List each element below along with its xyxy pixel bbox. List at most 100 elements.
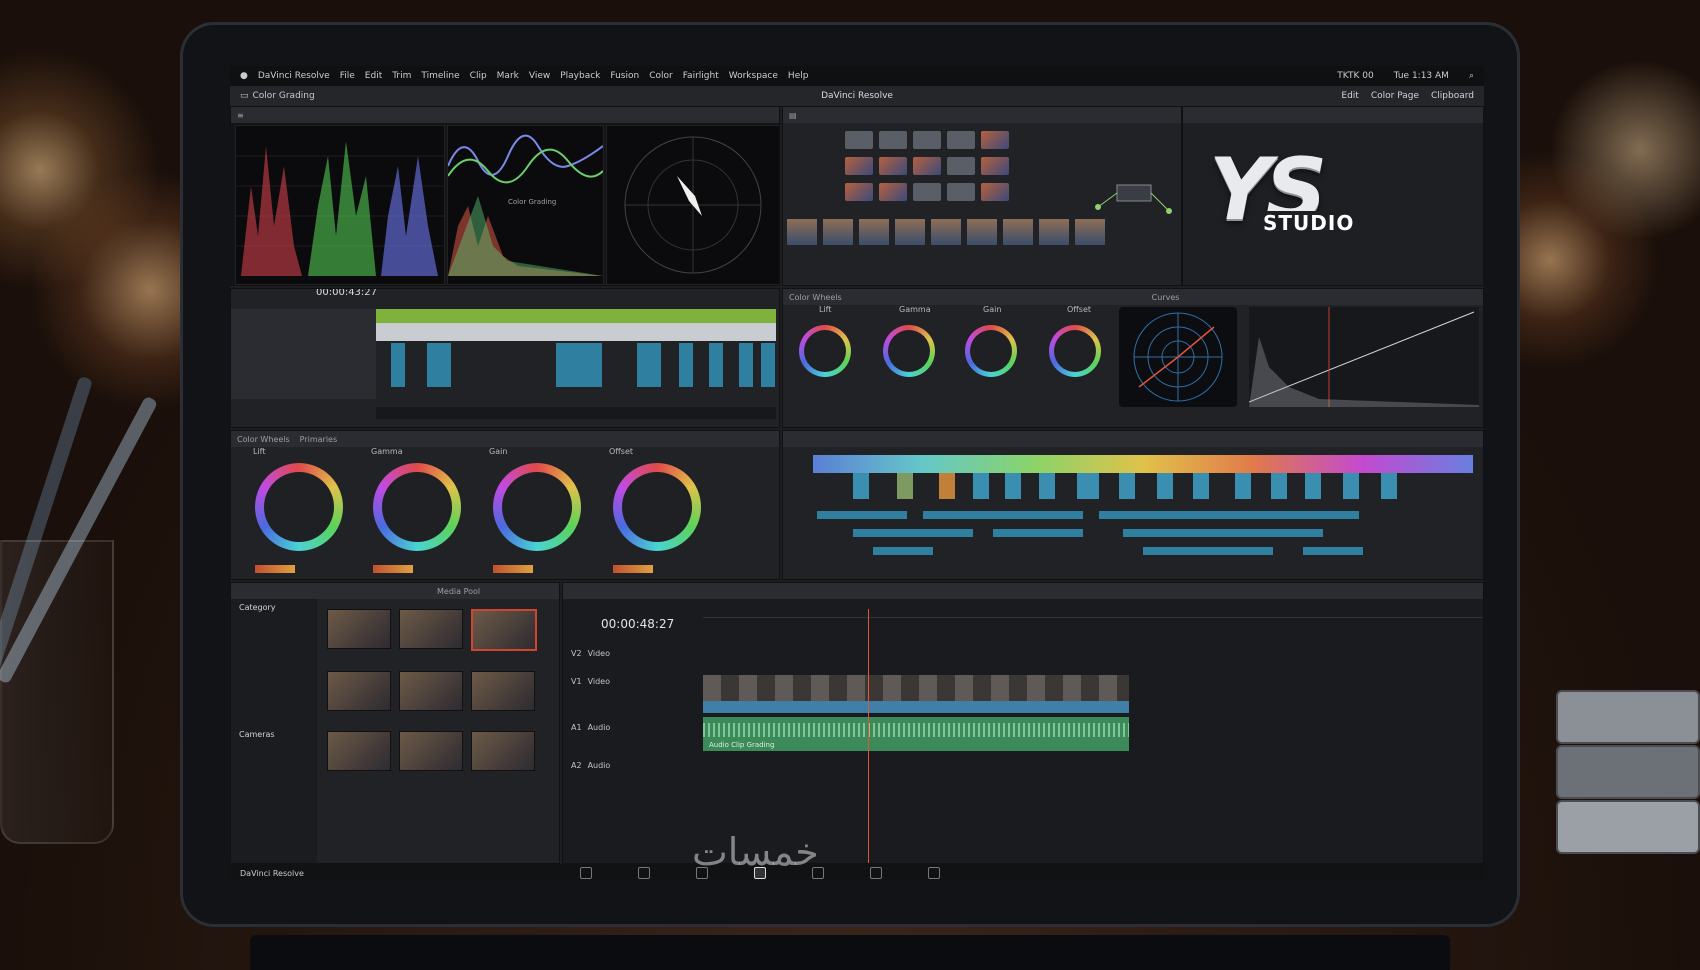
gain-wheel[interactable] [493, 463, 581, 551]
image-thumb[interactable] [845, 157, 873, 175]
spectrum-clip[interactable] [1305, 473, 1321, 499]
folder-thumb[interactable] [913, 131, 941, 149]
timeline-clip[interactable] [427, 343, 451, 387]
media-thumb[interactable] [399, 609, 463, 649]
gain-wheel[interactable] [965, 325, 1017, 377]
page-tab-fairlight[interactable] [870, 867, 882, 879]
media-thumb[interactable] [327, 609, 391, 649]
timeline-track-green[interactable] [376, 309, 776, 323]
spectrum-segment[interactable] [1303, 547, 1363, 555]
folder-thumb[interactable] [947, 157, 975, 175]
timeline-track-white[interactable] [376, 323, 776, 341]
timeline-clip[interactable] [556, 343, 602, 387]
timeline-ruler[interactable] [703, 609, 1483, 618]
color-grading-button[interactable]: Color Grading [253, 91, 315, 101]
menu-item-timeline[interactable]: Timeline [421, 71, 459, 81]
page-tab-cut[interactable] [638, 867, 650, 879]
offset-wheel[interactable] [613, 463, 701, 551]
clip-thumb[interactable] [787, 219, 817, 245]
clip-thumb[interactable] [1039, 219, 1069, 245]
media-thumb[interactable] [399, 671, 463, 711]
clip-thumb[interactable] [1003, 219, 1033, 245]
gamma-wheel[interactable] [883, 325, 935, 377]
spectrum-segment[interactable] [1123, 529, 1323, 537]
menu-item-edit[interactable]: Edit [365, 71, 382, 81]
spectrum-clip[interactable] [1005, 473, 1021, 499]
image-thumb[interactable] [981, 183, 1009, 201]
edit-button[interactable]: Edit [1341, 91, 1358, 101]
menu-item-clip[interactable]: Clip [470, 71, 487, 81]
spectrum-clip[interactable] [1271, 473, 1287, 499]
spectrum-clip[interactable] [1119, 473, 1135, 499]
video-clip-label-bar[interactable] [703, 701, 1129, 713]
sidebar-toggle-icon[interactable]: ▭ [240, 91, 249, 101]
folder-thumb[interactable] [947, 183, 975, 201]
scopes-menu-icon[interactable]: ≡ [237, 111, 244, 120]
curves-title[interactable]: Curves [1152, 293, 1180, 302]
video-clip[interactable] [703, 675, 1129, 701]
folder-thumb[interactable] [913, 183, 941, 201]
image-thumb[interactable] [913, 157, 941, 175]
lift-slider[interactable] [255, 565, 295, 573]
media-thumb-selected[interactable] [471, 609, 537, 651]
gamma-slider[interactable] [373, 565, 413, 573]
offset-wheel[interactable] [1049, 325, 1101, 377]
spectrum-clip[interactable] [1077, 473, 1099, 499]
clipboard-button[interactable]: Clipboard [1431, 91, 1474, 101]
menu-item-workspace[interactable]: Workspace [729, 71, 778, 81]
lift-wheel[interactable] [799, 325, 851, 377]
spectrum-clip[interactable] [1343, 473, 1359, 499]
spectrum-clip[interactable] [1235, 473, 1251, 499]
clip-thumb[interactable] [967, 219, 997, 245]
timeline-clip[interactable] [637, 343, 661, 387]
timeline-toolbar[interactable] [376, 407, 776, 419]
node[interactable] [1116, 184, 1152, 202]
menu-item-playback[interactable]: Playback [560, 71, 600, 81]
spectrum-segment[interactable] [817, 511, 907, 519]
spectrum-clip[interactable] [853, 473, 869, 499]
tab-color-wheels[interactable]: Color Wheels [237, 435, 290, 444]
media-thumb[interactable] [327, 731, 391, 771]
media-thumb[interactable] [327, 671, 391, 711]
gamma-wheel[interactable] [373, 463, 461, 551]
media-thumb[interactable] [399, 731, 463, 771]
page-tab-media[interactable] [580, 867, 592, 879]
clip-thumb[interactable] [823, 219, 853, 245]
spectrum-clip[interactable] [897, 473, 913, 499]
spectrum-segment[interactable] [923, 511, 1083, 519]
spectrum-clip[interactable] [939, 473, 955, 499]
spectrum-segment[interactable] [1143, 547, 1273, 555]
spectrum-clip[interactable] [1193, 473, 1209, 499]
menu-item-file[interactable]: File [340, 71, 355, 81]
timeline-clip[interactable] [391, 343, 405, 387]
color-wheels-title[interactable]: Color Wheels [789, 293, 842, 302]
spectrum-segment[interactable] [993, 529, 1083, 537]
spectrum-segment[interactable] [853, 529, 973, 537]
menu-item-fusion[interactable]: Fusion [610, 71, 639, 81]
sidebar-item-category[interactable]: Category [231, 599, 317, 616]
clip-thumb[interactable] [931, 219, 961, 245]
spectrum-clip[interactable] [1039, 473, 1055, 499]
image-thumb[interactable] [879, 157, 907, 175]
spectrum-segment[interactable] [1099, 511, 1359, 519]
menu-item-help[interactable]: Help [788, 71, 809, 81]
clip-thumb[interactable] [895, 219, 925, 245]
menu-item-view[interactable]: View [529, 71, 550, 81]
tab-primaries[interactable]: Primaries [300, 435, 338, 444]
curves-editor[interactable] [1248, 307, 1479, 407]
lift-wheel[interactable] [255, 463, 343, 551]
menu-item-mark[interactable]: Mark [497, 71, 519, 81]
spectrum-clip[interactable] [1381, 473, 1397, 499]
spectrum-track[interactable] [813, 455, 1473, 473]
apple-icon[interactable]: ● [240, 71, 248, 81]
playhead[interactable] [868, 609, 869, 863]
menu-item-fairlight[interactable]: Fairlight [683, 71, 719, 81]
folder-icon[interactable]: ▤ [789, 111, 797, 120]
spectrum-segment[interactable] [873, 547, 933, 555]
timeline-clip[interactable] [679, 343, 693, 387]
folder-thumb[interactable] [947, 131, 975, 149]
media-thumb[interactable] [471, 731, 535, 771]
search-icon[interactable]: ⌕ [1469, 71, 1474, 81]
color-page-button[interactable]: Color Page [1371, 91, 1419, 101]
timeline-clip[interactable] [709, 343, 723, 387]
